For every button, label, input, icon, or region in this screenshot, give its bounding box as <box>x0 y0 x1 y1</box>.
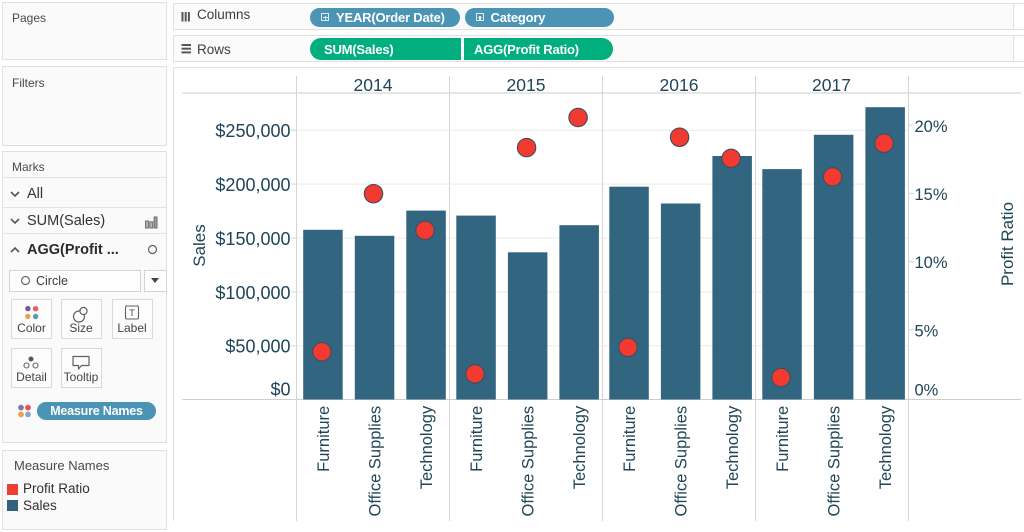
svg-text:Technology: Technology <box>418 405 436 489</box>
svg-text:Furniture: Furniture <box>621 406 639 472</box>
svg-text:$250,000: $250,000 <box>215 121 290 141</box>
svg-text:0%: 0% <box>915 381 939 399</box>
svg-text:Office Supplies: Office Supplies <box>366 406 384 517</box>
svg-text:$150,000: $150,000 <box>215 229 290 249</box>
svg-text:$0: $0 <box>270 380 290 400</box>
svg-text:2017: 2017 <box>812 75 851 95</box>
svg-text:2016: 2016 <box>660 75 699 95</box>
svg-text:Sales: Sales <box>190 224 209 267</box>
svg-text:Furniture: Furniture <box>774 406 792 472</box>
svg-text:$200,000: $200,000 <box>215 175 290 195</box>
svg-text:$100,000: $100,000 <box>215 283 290 303</box>
svg-text:Office Supplies: Office Supplies <box>673 406 691 517</box>
svg-text:2014: 2014 <box>354 75 393 95</box>
svg-text:Furniture: Furniture <box>468 406 486 472</box>
svg-text:Office Supplies: Office Supplies <box>826 406 844 517</box>
svg-text:Profit Ratio: Profit Ratio <box>998 202 1017 286</box>
svg-text:Office Supplies: Office Supplies <box>520 406 538 517</box>
svg-text:2015: 2015 <box>507 75 546 95</box>
svg-text:Furniture: Furniture <box>315 406 333 472</box>
svg-text:Technology: Technology <box>877 405 895 489</box>
svg-text:$50,000: $50,000 <box>225 337 290 357</box>
svg-text:Technology: Technology <box>724 405 742 489</box>
svg-text:20%: 20% <box>915 118 948 136</box>
svg-text:Technology: Technology <box>571 405 589 489</box>
svg-text:15%: 15% <box>915 186 948 204</box>
svg-text:10%: 10% <box>915 254 948 272</box>
svg-text:5%: 5% <box>915 322 939 340</box>
